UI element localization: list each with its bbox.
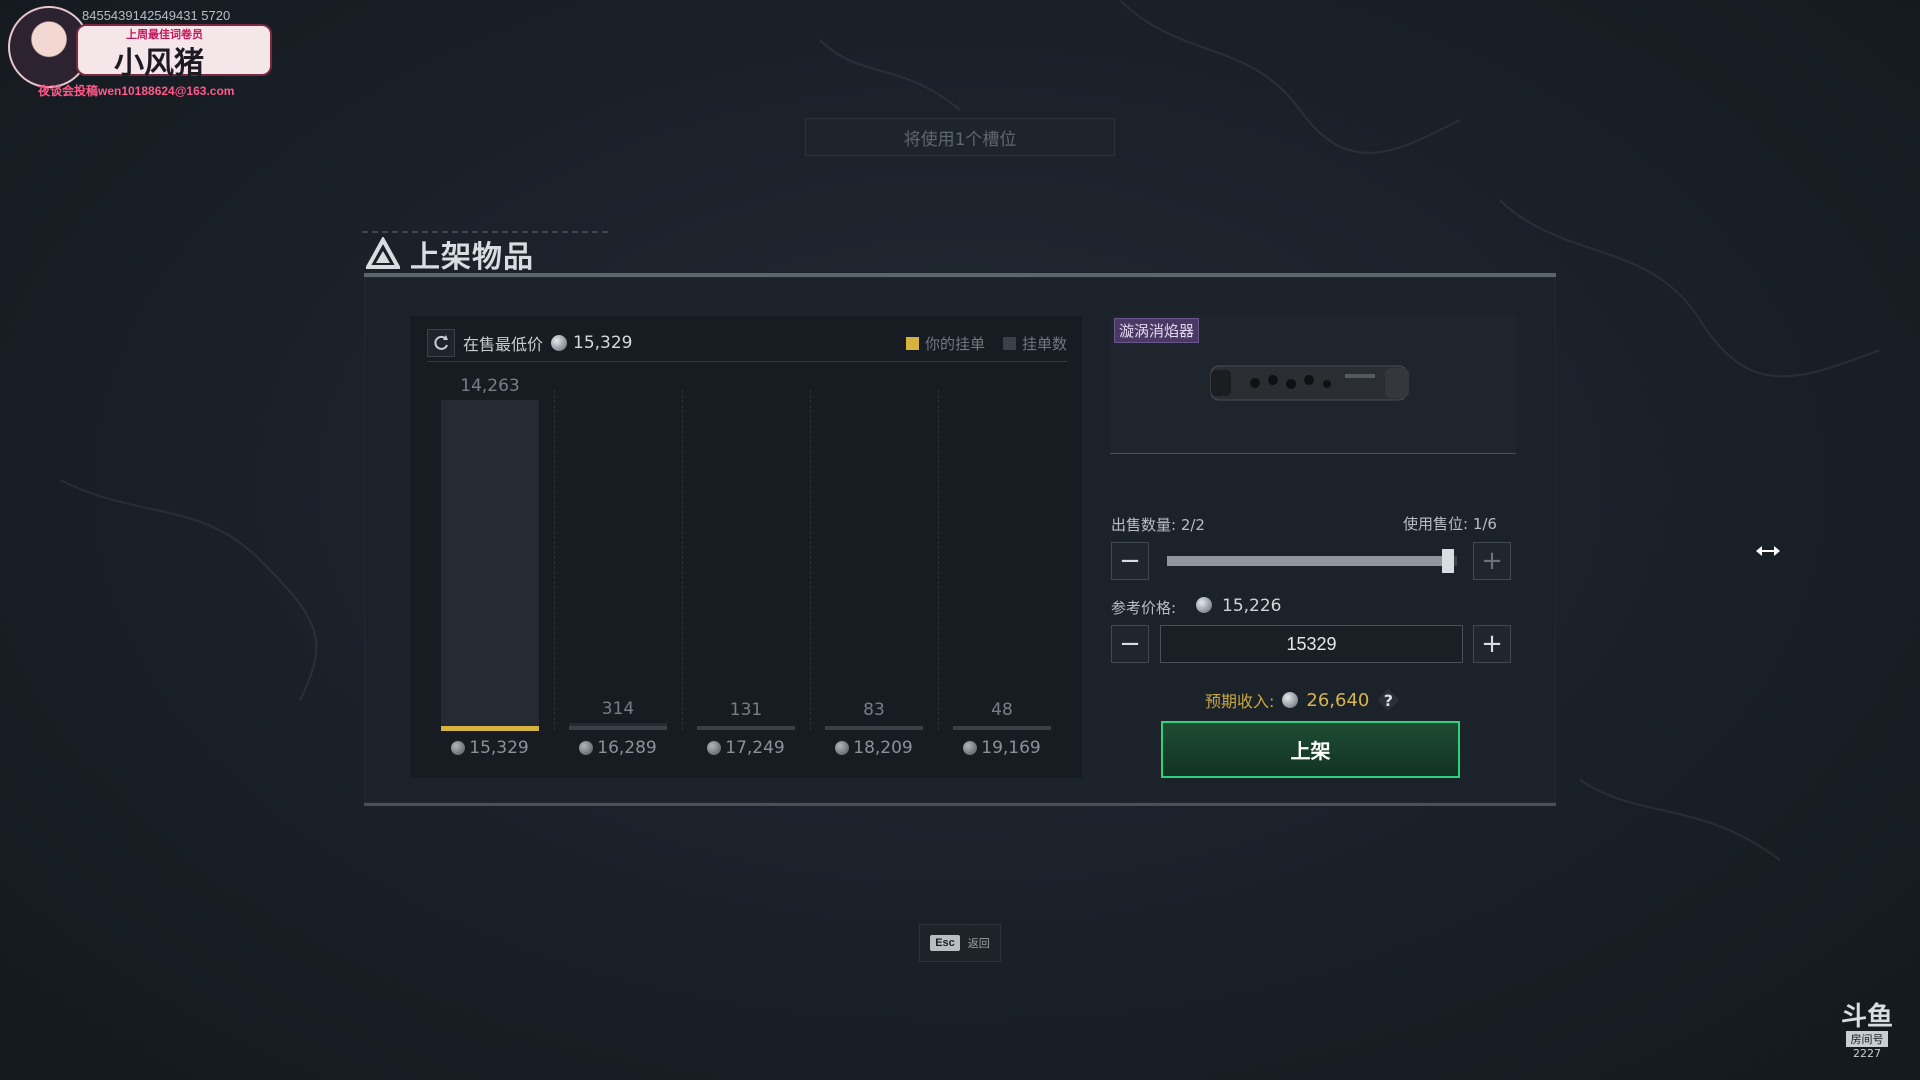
chart-bar-count-label: 83: [863, 700, 885, 720]
chart-bar-count-label: 131: [729, 700, 763, 720]
coin-icon: [707, 741, 722, 755]
legend-swatch-gold: [905, 336, 919, 350]
streamer-id: 8455439142549431 5720: [82, 8, 231, 23]
expected-income: 预期收入: 26,640 ?: [1205, 688, 1400, 712]
legend-your-listing-label: 你的挂单: [924, 334, 985, 353]
quantity-increase-button[interactable]: +: [1473, 542, 1511, 580]
chart-header: 在售最低价 15,329 你的挂单 挂单数: [427, 325, 1067, 362]
chart-price-value: 18,209: [853, 738, 913, 758]
legend-swatch-gray: [1002, 336, 1016, 350]
suppressor-item-image: [1210, 365, 1409, 401]
chart-bar-baseline: [825, 726, 923, 730]
chart-bar-count-label: 48: [991, 700, 1013, 720]
room-number: 2227: [1853, 1047, 1881, 1060]
chart-column-divider: [682, 390, 683, 730]
back-button[interactable]: Esc 返回: [919, 924, 1001, 962]
streamer-overlay: 8455439142549431 5720 上周最佳词卷员 小风猪 夜谈会投稿w…: [4, 2, 294, 102]
legend-your-listing: 你的挂单: [905, 333, 985, 354]
chart-column-divider: [554, 390, 555, 730]
legend-listing-count-label: 挂单数: [1021, 334, 1067, 353]
chart-column-divider: [938, 390, 939, 730]
lowest-price-value: 15,329: [573, 333, 633, 353]
chart-column-divider: [810, 390, 811, 730]
list-item-button[interactable]: 上架: [1161, 721, 1460, 778]
chart-bar-baseline: [569, 726, 667, 730]
coin-icon: [1282, 692, 1299, 708]
reference-price-value: 15,226: [1222, 596, 1282, 616]
coin-icon: [451, 741, 466, 755]
price-increase-button[interactable]: +: [1473, 625, 1511, 663]
chart-bar-baseline: [953, 726, 1051, 730]
coin-icon: [579, 741, 594, 755]
slot-usage-banner: 将使用1个槽位: [805, 118, 1115, 156]
refresh-icon: [434, 335, 448, 350]
chart-bar: [441, 400, 539, 730]
quantity-slider[interactable]: [1167, 549, 1457, 573]
quantity-slider-fill: [1167, 556, 1449, 566]
page-title: 上架物品: [410, 240, 534, 275]
chart-price-tick-label: 16,289: [569, 738, 667, 758]
chart-price-value: 17,249: [725, 738, 785, 758]
lowest-price-label: 在售最低价: [463, 335, 544, 354]
chart-bar-your-listing: [441, 726, 539, 731]
item-name-tag: 漩涡消焰器: [1114, 318, 1200, 343]
chart-legend: 你的挂单 挂单数: [905, 333, 1067, 354]
legend-listing-count: 挂单数: [1002, 333, 1067, 354]
expected-income-label: 预期收入:: [1205, 692, 1275, 711]
chart-bar-baseline: [697, 726, 795, 730]
reference-price-label: 参考价格:: [1111, 599, 1177, 617]
coin-icon: [551, 335, 568, 351]
coin-icon: [835, 741, 850, 755]
chart-price-tick-label: 17,249: [697, 738, 795, 758]
chart-bars-area: 14,263 15,329 314 16,289 131 17,249 83 18,209 48…: [427, 370, 1067, 765]
sell-quantity-label: 出售数量: 2/2: [1111, 516, 1205, 534]
chart-price-value: 15,329: [469, 738, 529, 758]
slots-used-label: 使用售位: 1/6: [1403, 515, 1497, 533]
esc-key-icon: Esc: [930, 935, 960, 951]
streamer-contact: 夜谈会投稿wen10188624@163.com: [38, 84, 235, 98]
panel-header: 上架物品: [366, 232, 534, 276]
douyu-watermark: 斗鱼 房间号 2227: [1840, 1003, 1894, 1063]
back-label: 返回: [967, 937, 990, 950]
price-input[interactable]: [1160, 625, 1463, 663]
price-decrease-button[interactable]: −: [1111, 625, 1149, 663]
chart-price-tick-label: 19,169: [953, 738, 1051, 758]
chart-bar-count-label: 314: [601, 698, 635, 719]
help-icon[interactable]: ?: [1377, 689, 1400, 711]
chart-bar-count-label: 14,263: [460, 376, 520, 396]
resize-cursor-icon: [1756, 546, 1780, 556]
coin-icon: [1196, 597, 1212, 613]
room-number-label: 房间号: [1846, 1031, 1888, 1047]
delta-logo-icon: [366, 237, 400, 269]
quantity-decrease-button[interactable]: −: [1111, 542, 1149, 580]
quantity-slider-handle[interactable]: [1442, 549, 1455, 573]
coin-icon: [963, 741, 978, 755]
chart-price-value: 19,169: [981, 738, 1041, 758]
chart-price-value: 16,289: [597, 738, 657, 758]
streamer-name: 小风猪: [114, 46, 204, 81]
chart-price-tick-label: 15,329: [441, 738, 539, 758]
chart-price-tick-label: 18,209: [825, 738, 923, 758]
refresh-button[interactable]: [427, 329, 455, 357]
douyu-logo: 斗鱼: [1840, 1002, 1893, 1032]
expected-income-value: 26,640: [1306, 689, 1370, 711]
